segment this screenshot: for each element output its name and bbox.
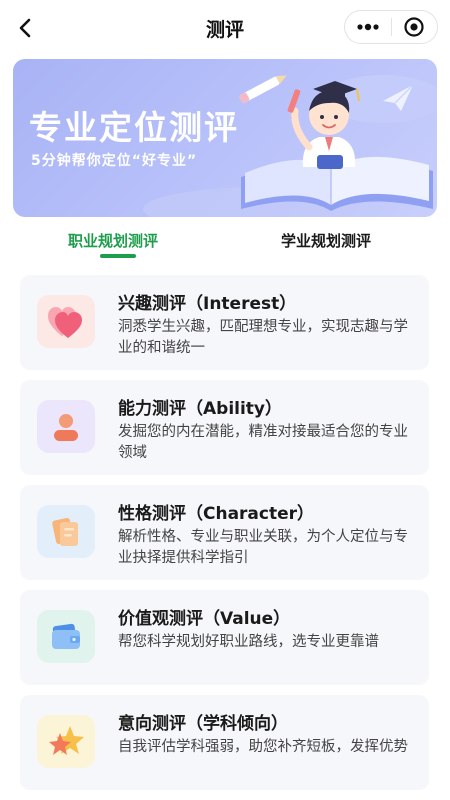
star-icon (49, 725, 84, 755)
banner-subtitle: 5分钟帮你定位“好专业” (31, 153, 198, 169)
character-icon-box (37, 505, 95, 558)
heart-icon (48, 306, 82, 338)
card-title: 价值观测评（Value） (118, 609, 291, 629)
intention-icon-box (37, 715, 95, 768)
assessment-tabs: 职业规划测评 学业规划测评 (0, 222, 450, 266)
tab-career-planning[interactable]: 职业规划测评 (68, 230, 158, 251)
back-button[interactable] (12, 14, 40, 42)
page-title: 测评 (205, 18, 244, 41)
card-description: 发掘您的内在潜能，精准对接最适合您的专业领域 (118, 424, 408, 461)
card-title: 意向测评（学科倾向） (118, 714, 288, 734)
card-value-assessment[interactable]: 价值观测评（Value） 帮您科学规划好职业路线，选专业更靠谱 (20, 590, 429, 685)
tab-academic-planning[interactable]: 学业规划测评 (281, 230, 371, 251)
card-title: 兴趣测评（Interest） (118, 294, 297, 314)
more-button[interactable] (345, 11, 391, 43)
cards-icon (52, 517, 78, 546)
card-description: 解析性格、专业与职业关联，为个人定位与专业抉择提供科学指引 (118, 529, 408, 566)
value-icon-box (37, 610, 95, 663)
card-title: 能力测评（Ability） (118, 399, 283, 419)
card-description: 帮您科学规划好职业路线，选专业更靠谱 (118, 634, 379, 650)
card-intention-assessment[interactable]: 意向测评（学科倾向） 自我评估学科强弱，助您补齐短板，发挥优势 (20, 695, 429, 790)
active-tab-indicator (100, 254, 136, 258)
banner-title: 专业定位测评 (29, 108, 239, 147)
person-icon (54, 413, 78, 441)
interest-icon-box (37, 295, 95, 348)
more-dots-icon (357, 23, 379, 31)
card-ability-assessment[interactable]: 能力测评（Ability） 发掘您的内在潜能，精准对接最适合您的专业领域 (20, 380, 429, 475)
card-title: 性格测评（Character） (118, 504, 315, 524)
card-description: 自我评估学科强弱，助您补齐短板，发挥优势 (118, 739, 408, 755)
card-interest-assessment[interactable]: 兴趣测评（Interest） 洞悉学生兴趣，匹配理想专业，实现志趣与学业的和谐统… (20, 275, 429, 370)
navigation-bar: 测评 (0, 0, 450, 56)
wallet-icon (52, 623, 80, 649)
card-description: 洞悉学生兴趣，匹配理想专业，实现志趣与学业的和谐统一 (118, 319, 408, 356)
target-circle-icon (404, 17, 424, 37)
card-character-assessment[interactable]: 性格测评（Character） 解析性格、专业与职业关联，为个人定位与专业抉择提… (20, 485, 429, 580)
ability-icon-box (37, 400, 95, 453)
chevron-left-icon (19, 18, 31, 38)
assessment-banner[interactable]: 专业定位测评 5分钟帮你定位“好专业” (13, 59, 437, 217)
mini-program-capsule (344, 10, 438, 44)
close-button[interactable] (392, 11, 438, 43)
